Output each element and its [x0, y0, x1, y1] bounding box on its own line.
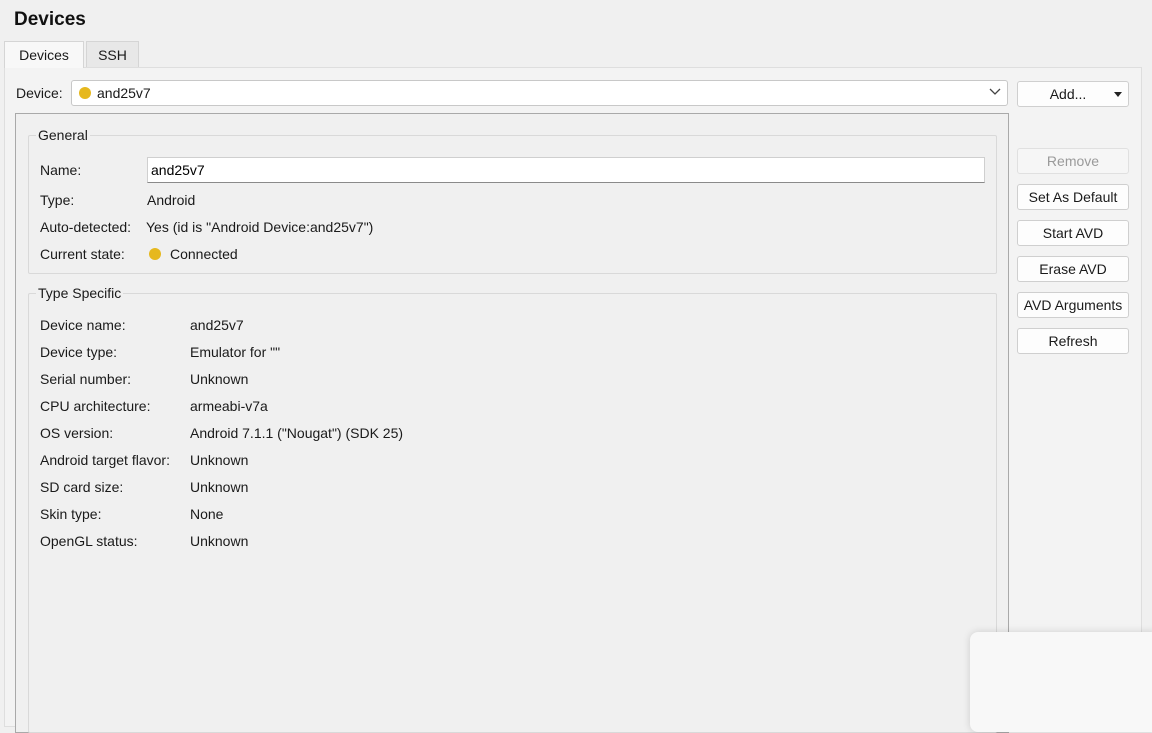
os-version-label: OS version: — [40, 425, 114, 441]
device-name-label: Device name: — [40, 317, 126, 333]
opengl-status-label: OpenGL status: — [40, 533, 138, 549]
remove-button[interactable]: Remove — [1017, 148, 1129, 174]
add-button[interactable]: Add... — [1017, 81, 1129, 107]
chevron-down-icon[interactable] — [989, 87, 1001, 97]
device-select[interactable]: and25v7 — [71, 80, 1008, 106]
target-flavor-label: Android target flavor: — [40, 452, 170, 468]
name-input[interactable] — [147, 157, 985, 183]
auto-detected-value: Yes (id is "Android Device:and25v7") — [146, 219, 374, 235]
skin-type-value: None — [190, 506, 224, 522]
type-value: Android — [147, 192, 196, 208]
cpu-architecture-value: armeabi-v7a — [190, 398, 268, 414]
refresh-button[interactable]: Refresh — [1017, 328, 1129, 354]
device-select-value: and25v7 — [97, 85, 151, 101]
device-type-value: Emulator for "" — [190, 344, 281, 360]
serial-number-value: Unknown — [190, 371, 249, 387]
start-avd-button[interactable]: Start AVD — [1017, 220, 1129, 246]
device-name-value: and25v7 — [190, 317, 244, 333]
current-state-label: Current state: — [40, 246, 125, 262]
erase-avd-button[interactable]: Erase AVD — [1017, 256, 1129, 282]
name-label: Name: — [40, 162, 82, 178]
cpu-architecture-label: CPU architecture: — [40, 398, 151, 414]
status-dot-icon — [79, 87, 91, 99]
type-label: Type: — [40, 192, 75, 208]
sd-card-size-label: SD card size: — [40, 479, 124, 495]
general-group-title: General — [36, 127, 90, 143]
opengl-status-value: Unknown — [190, 533, 249, 549]
avd-arguments-button[interactable]: AVD Arguments — [1017, 292, 1129, 318]
dropdown-arrow-icon — [1114, 92, 1122, 97]
connected-status-icon — [149, 248, 161, 260]
set-as-default-button[interactable]: Set As Default — [1017, 184, 1129, 210]
page-title: Devices — [14, 9, 86, 30]
tab-devices[interactable]: Devices — [4, 41, 84, 68]
auto-detected-label: Auto-detected: — [40, 219, 132, 235]
target-flavor-value: Unknown — [190, 452, 249, 468]
device-label: Device: — [16, 85, 63, 101]
tab-ssh[interactable]: SSH — [86, 41, 139, 68]
type-specific-group-title: Type Specific — [36, 285, 124, 301]
add-button-label: Add... — [1049, 86, 1087, 102]
os-version-value: Android 7.1.1 ("Nougat") (SDK 25) — [190, 425, 404, 441]
floating-overlay-panel — [970, 632, 1152, 732]
device-type-label: Device type: — [40, 344, 118, 360]
type-specific-group — [28, 293, 997, 733]
sd-card-size-value: Unknown — [190, 479, 249, 495]
skin-type-label: Skin type: — [40, 506, 102, 522]
serial-number-label: Serial number: — [40, 371, 132, 387]
current-state-value: Connected — [170, 246, 238, 262]
